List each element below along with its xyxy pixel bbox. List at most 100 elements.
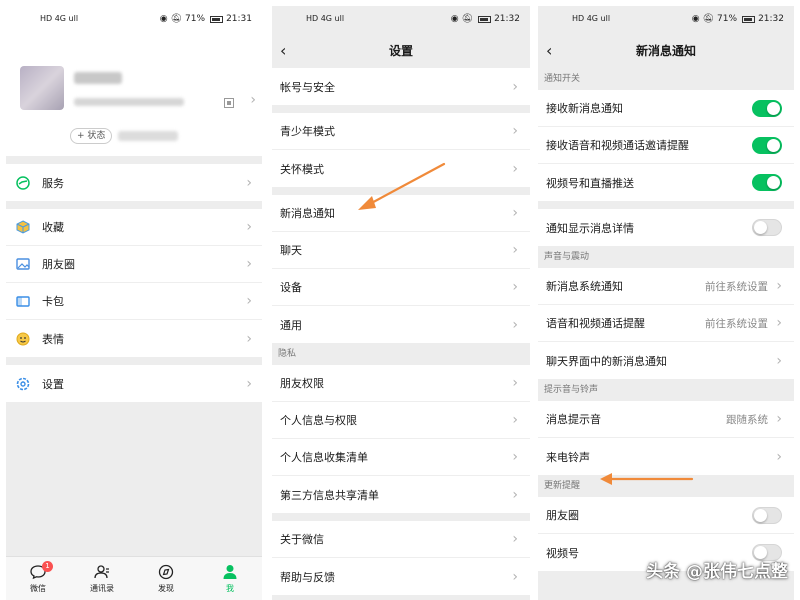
menu-item-favorites[interactable]: 收藏 ›	[6, 209, 262, 246]
toggle-switch[interactable]	[752, 99, 782, 117]
eye-icon: ◉	[159, 14, 168, 24]
battery-icon	[210, 15, 224, 23]
row-label: 朋友权限	[280, 377, 324, 390]
menu-item-card-wallet[interactable]: 卡包 ›	[6, 283, 262, 320]
menu-label: 卡包	[42, 295, 64, 308]
general-group: 新消息通知 › 聊天 › 设备 › 通用 ›	[272, 195, 530, 343]
menu-item-stickers[interactable]: 表情 ›	[6, 320, 262, 357]
sound-group: 新消息系统通知 前往系统设置 › 语音和视频通话提醒 前往系统设置 › 聊天界面中的新消…	[538, 268, 794, 379]
status-chip[interactable]: + 状态	[70, 128, 113, 144]
chevron-right-icon: ›	[776, 411, 782, 427]
profile-card[interactable]: › + 状态	[6, 34, 262, 156]
settings-screen: HD 4G ull ◉ 🔕︎ 21:32 ‹ 设置 帐号与安全 › 青少年模式 › …	[272, 6, 530, 600]
qr-code-icon[interactable]	[224, 98, 234, 108]
chevron-right-icon: ›	[246, 256, 252, 272]
service-icon	[14, 175, 32, 191]
tab-label: 通讯录	[90, 584, 114, 593]
back-arrow-icon[interactable]: ‹	[280, 34, 286, 68]
sticker-icon	[14, 331, 32, 347]
eye-icon: ◉	[450, 14, 459, 24]
tones-group: 消息提示音 跟随系统 › 来电铃声 ›	[538, 401, 794, 475]
settings-item-info-collection-list[interactable]: 个人信息收集清单 ›	[272, 439, 530, 476]
row-label: 关怀模式	[280, 162, 324, 176]
notifications-screen: HD 4G ull ◉ 🔕︎ 71% 21:32 ‹ 新消息通知 通知开关 接收…	[538, 6, 794, 600]
settings-item-in-chat-notification[interactable]: 聊天界面中的新消息通知 ›	[538, 342, 794, 379]
modes-group: 青少年模式 › 关怀模式 ›	[272, 113, 530, 187]
toggle-row-show-details: 通知显示消息详情	[538, 209, 794, 246]
menu-label: 收藏	[42, 221, 64, 234]
settings-item-ringtone[interactable]: 来电铃声 ›	[538, 438, 794, 475]
menu-label: 设置	[42, 377, 64, 391]
status-right: ◉ 🔕︎ 71% 21:32	[692, 14, 784, 24]
status-right: ◉ 🔕︎ 21:32	[451, 14, 520, 24]
settings-item-general[interactable]: 通用 ›	[272, 306, 530, 343]
tab-label: 微信	[30, 584, 46, 593]
settings-item-system-notification[interactable]: 新消息系统通知 前往系统设置 ›	[538, 268, 794, 305]
settings-item-chat[interactable]: 聊天 ›	[272, 232, 530, 269]
favorites-icon	[14, 219, 32, 235]
row-label: 帐号与安全	[280, 80, 335, 94]
account-group: 帐号与安全 ›	[272, 68, 530, 105]
mute-icon: 🔕︎	[461, 14, 474, 24]
toggle-switch[interactable]	[752, 506, 782, 524]
unread-badge: 1	[42, 561, 53, 572]
clock: 21:31	[226, 14, 252, 24]
chevron-right-icon: ›	[512, 486, 518, 503]
chevron-right-icon: ›	[512, 412, 518, 428]
status-bar: HD 4G ull ◉ 🔕︎ 71% 21:31	[6, 6, 262, 34]
tab-discover[interactable]: 发现	[134, 557, 198, 600]
toggle-row-moments-updates: 朋友圈	[538, 497, 794, 534]
settings-item-message-tone[interactable]: 消息提示音 跟随系统 ›	[538, 401, 794, 438]
settings-icon	[14, 376, 32, 392]
row-label: 个人信息与权限	[280, 414, 357, 427]
settings-item-account-security[interactable]: 帐号与安全 ›	[272, 68, 530, 105]
status-right: ◉ 🔕︎ 71% 21:31	[160, 14, 252, 24]
row-label: 聊天	[280, 244, 302, 257]
back-arrow-icon[interactable]: ‹	[546, 34, 552, 68]
toggle-switch[interactable]	[752, 174, 782, 191]
chevron-right-icon: ›	[512, 160, 518, 177]
settings-item-help-feedback[interactable]: 帮助与反馈 ›	[272, 558, 530, 595]
person-icon	[221, 563, 239, 581]
section-header-updates: 更新提醒	[538, 475, 794, 497]
chevron-right-icon: ›	[246, 375, 252, 392]
bottom-tab-bar: 1 微信 通讯录 发现 我	[6, 556, 262, 600]
avatar[interactable]	[20, 66, 64, 110]
settings-item-third-party-sharing[interactable]: 第三方信息共享清单 ›	[272, 476, 530, 513]
row-label: 语音和视频通话提醒	[546, 317, 645, 330]
tab-me[interactable]: 我	[198, 557, 262, 600]
chevron-right-icon: ›	[512, 78, 518, 95]
chevron-right-icon: ›	[776, 315, 782, 331]
settings-item-teen-mode[interactable]: 青少年模式 ›	[272, 113, 530, 150]
row-label: 第三方信息共享清单	[280, 488, 379, 502]
chevron-right-icon: ›	[512, 449, 518, 465]
menu-item-settings[interactable]: 设置 ›	[6, 365, 262, 402]
row-label: 设备	[280, 281, 302, 294]
chevron-right-icon: ›	[246, 330, 252, 347]
blurred-nickname	[74, 72, 122, 84]
settings-item-new-message-notification[interactable]: 新消息通知 ›	[272, 195, 530, 232]
chevron-right-icon: ›	[512, 568, 518, 585]
settings-item-devices[interactable]: 设备 ›	[272, 269, 530, 306]
contacts-icon	[93, 563, 111, 581]
chevron-right-icon: ›	[512, 279, 518, 295]
settings-item-about[interactable]: 关于微信 ›	[272, 521, 530, 558]
row-label: 视频号和直播推送	[546, 176, 634, 190]
settings-item-personal-info[interactable]: 个人信息与权限 ›	[272, 402, 530, 439]
settings-item-friend-permissions[interactable]: 朋友权限 ›	[272, 365, 530, 402]
nav-bar: ‹ 新消息通知	[538, 34, 794, 68]
menu-item-moments[interactable]: 朋友圈 ›	[6, 246, 262, 283]
toggle-switch[interactable]	[752, 219, 782, 236]
chevron-right-icon: ›	[776, 352, 782, 369]
settings-item-call-reminder[interactable]: 语音和视频通话提醒 前往系统设置 ›	[538, 305, 794, 342]
toggle-row-channels-live: 视频号和直播推送	[538, 164, 794, 201]
toggle-switch[interactable]	[752, 136, 782, 154]
settings-item-care-mode[interactable]: 关怀模式 ›	[272, 150, 530, 187]
blurred-friend-status	[118, 131, 178, 141]
chevron-right-icon: ›	[512, 316, 518, 333]
battery-percent: 71%	[185, 14, 206, 24]
menu-item-service[interactable]: 服务 ›	[6, 164, 262, 201]
tab-contacts[interactable]: 通讯录	[70, 557, 134, 600]
tab-chats[interactable]: 1 微信	[6, 557, 70, 600]
settings-group: 设置 ›	[6, 365, 262, 402]
